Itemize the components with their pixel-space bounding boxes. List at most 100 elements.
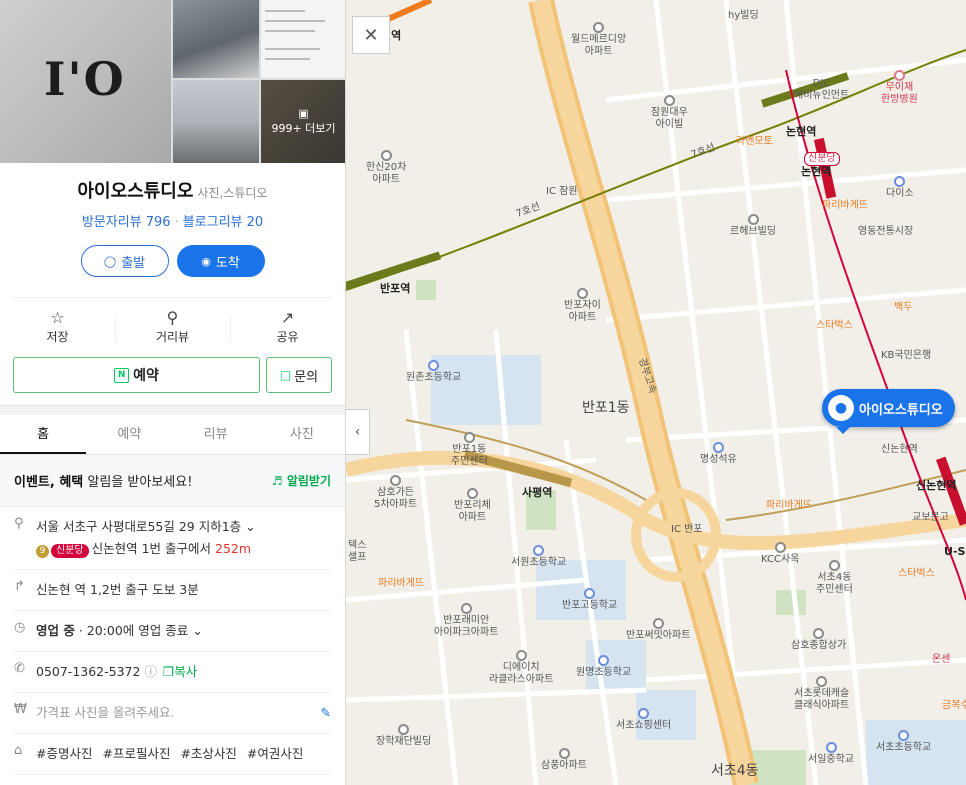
- poi-starbucks-1[interactable]: 스타벅스: [816, 320, 853, 332]
- start-button[interactable]: ◯ 출발: [80, 245, 169, 277]
- poi-samho-mall[interactable]: 삼호종합상가: [791, 628, 846, 652]
- station-sapyeong[interactable]: 사평역: [522, 487, 552, 499]
- station-us[interactable]: U-S: [944, 546, 965, 558]
- tab-photo[interactable]: 사진: [259, 415, 345, 454]
- station-nonhyeon[interactable]: 논현역: [786, 126, 816, 138]
- poi-hansin20[interactable]: 한신20차 아파트: [366, 150, 406, 186]
- tab-reserve[interactable]: 예약: [86, 415, 172, 454]
- poi-paris-1[interactable]: 파리바게뜨: [822, 200, 868, 212]
- poi-paris-3[interactable]: 파리바게뜨: [378, 578, 424, 590]
- price-row: ₩ 가격표 사진을 올려주세요. ✎: [14, 693, 331, 734]
- poi-gold[interactable]: 금복수: [942, 700, 966, 712]
- naver-booking-icon: N: [114, 367, 130, 383]
- poi-one[interactable]: 온센: [932, 654, 950, 666]
- poi-kcc[interactable]: KCC사옥: [761, 542, 799, 566]
- poi-youngdong[interactable]: 영동전통시장: [858, 226, 913, 238]
- info-list: ⚲ 서울 서초구 사평대로55길 29 지하1층 ⌄ 9 신분당 신논현역 1번 출…: [0, 507, 345, 775]
- save-label: 저장: [46, 330, 69, 344]
- star-icon: ☆: [50, 308, 65, 327]
- hours-row[interactable]: ◷ 영업 중 · 20:00에 영업 종료 ⌄: [14, 611, 331, 652]
- poi-raemian[interactable]: 반포래미안 아이파크아파트: [434, 603, 498, 639]
- poi-seocho-elem[interactable]: 서초초등학교: [876, 730, 931, 754]
- poi-banpo-xi[interactable]: 반포자이 아파트: [564, 288, 601, 324]
- close-panel-button[interactable]: ✕: [352, 16, 390, 54]
- place-marker[interactable]: ● 아이오스튜디오: [822, 389, 955, 434]
- clock-icon: ◷: [14, 620, 26, 635]
- action-bar: ☆ 저장 ⚲ 거리뷰 ↗ 공유: [0, 308, 345, 345]
- poi-kb[interactable]: KB국민은행: [881, 350, 931, 362]
- copy-button[interactable]: ❐복사: [163, 664, 197, 679]
- photo-4[interactable]: [173, 80, 259, 163]
- subway-distance: 252m: [215, 541, 252, 556]
- visitor-review-link[interactable]: 방문자리뷰 796: [82, 215, 171, 230]
- reserve-label: 예약: [133, 368, 159, 384]
- poi-wonmyung[interactable]: 원명초등학교: [576, 655, 631, 679]
- phone-number[interactable]: 0507-1362-5372: [36, 664, 140, 679]
- poi-starbucks-2[interactable]: 스타벅스: [898, 568, 935, 580]
- poi-lamer[interactable]: 라멘모토: [736, 136, 773, 148]
- photo-main[interactable]: I'O: [0, 0, 171, 163]
- marker-label: 아이오스튜디오: [859, 402, 943, 418]
- poi-samhung[interactable]: 삼풍아파트: [541, 748, 587, 772]
- arrive-button[interactable]: ◉ 도착: [176, 245, 265, 277]
- poi-banpo-ssangyong[interactable]: 반포써밋아파트: [626, 618, 690, 642]
- bell-icon: ♬: [271, 474, 283, 488]
- inquiry-button[interactable]: □ 문의: [266, 357, 332, 393]
- share-button[interactable]: ↗ 공유: [230, 308, 345, 345]
- tab-home[interactable]: 홈: [0, 415, 87, 454]
- poi-world[interactable]: 월드메르디앙 아파트: [571, 22, 626, 58]
- chevron-down-icon[interactable]: ⌄: [245, 519, 255, 534]
- station-nonhyeon-2[interactable]: 논현역: [801, 166, 831, 178]
- poi-seoil-mid[interactable]: 서일중학교: [808, 742, 854, 766]
- poi-tex[interactable]: 텍스 셀프: [348, 540, 366, 564]
- blog-review-link[interactable]: 블로그리뷰 20: [183, 215, 263, 230]
- poi-samho[interactable]: 삼호가든 5차아파트: [374, 475, 417, 511]
- poi-banpo-rich[interactable]: 반포리체 아파트: [454, 488, 491, 524]
- location-icon: ⚲: [166, 308, 179, 327]
- street-view-button[interactable]: ⚲ 거리뷰: [115, 308, 230, 345]
- chevron-down-icon[interactable]: ⌄: [192, 623, 202, 638]
- poi-daiso[interactable]: 다이소: [886, 176, 914, 200]
- sinbundang-badge: 신분당: [804, 152, 840, 166]
- photo-2[interactable]: [173, 0, 259, 78]
- poi-janghak[interactable]: 장학재단빌딩: [376, 724, 431, 748]
- start-label: 출발: [121, 255, 146, 271]
- collapse-panel-button[interactable]: ‹: [346, 409, 370, 455]
- poi-myungsung[interactable]: 명성석유: [700, 442, 737, 466]
- poi-paris-2[interactable]: 파리바게뜨: [766, 500, 812, 512]
- save-button[interactable]: ☆ 저장: [0, 308, 115, 345]
- photo-3[interactable]: [261, 0, 345, 78]
- notify-button[interactable]: ♬ 알림받기: [272, 472, 331, 489]
- poi-diecheu[interactable]: 디에이치 라클라스아파트: [489, 650, 553, 686]
- station-banpo[interactable]: 반포역: [380, 283, 410, 295]
- station-sinnonhyeon[interactable]: 신논현역: [916, 480, 956, 492]
- poi-seocho4-center[interactable]: 서초4동 주민센터: [816, 560, 853, 596]
- poi-wonchon[interactable]: 원촌초등학교: [406, 360, 461, 384]
- photo-gallery[interactable]: I'O ▣ 999+ 더보기: [0, 0, 345, 163]
- poi-gyobo[interactable]: 교보문고: [912, 512, 949, 524]
- poi-baekdu[interactable]: 백두: [894, 302, 912, 314]
- poi-banpo-high[interactable]: 반포고등학교: [562, 588, 617, 612]
- poi-banpo1-center[interactable]: 반포1동 주민센터: [451, 432, 488, 468]
- poi-djc[interactable]: DJC 애비뉴인먼트: [794, 78, 849, 102]
- copy-icon: ❐: [162, 664, 175, 679]
- pencil-icon[interactable]: ✎: [321, 702, 331, 724]
- notify-label: 알림받기: [286, 474, 331, 488]
- poi-sinnonhyeon[interactable]: 신논현역: [881, 444, 918, 456]
- tag[interactable]: #초상사진: [180, 746, 236, 761]
- tab-review[interactable]: 리뷰: [173, 415, 259, 454]
- poi-hy[interactable]: hy빌딩: [728, 10, 759, 22]
- poi-seocho-shop[interactable]: 서초쇼핑센터: [616, 708, 671, 732]
- reserve-button[interactable]: N 예약: [13, 357, 260, 393]
- info-icon[interactable]: ⓘ: [144, 664, 157, 679]
- poi-musigye[interactable]: 무이재 한방병원: [881, 70, 918, 106]
- poi-seocho-lotte[interactable]: 서초롯데캐슬 클래식아파트: [794, 676, 849, 712]
- photo-more[interactable]: ▣ 999+ 더보기: [261, 80, 345, 163]
- poi-lehae[interactable]: 르헤브빌딩: [730, 214, 776, 238]
- poi-seowon[interactable]: 서원초등학교: [511, 545, 566, 569]
- tag[interactable]: #프로필사진: [102, 746, 170, 761]
- address-row[interactable]: ⚲ 서울 서초구 사평대로55길 29 지하1층 ⌄ 9 신분당 신논현역 1번 출…: [14, 507, 331, 570]
- tag[interactable]: #여권사진: [247, 746, 303, 761]
- tag[interactable]: #증명사진: [36, 746, 92, 761]
- poi-jamwon[interactable]: 잠원대우 아이빌: [651, 95, 688, 131]
